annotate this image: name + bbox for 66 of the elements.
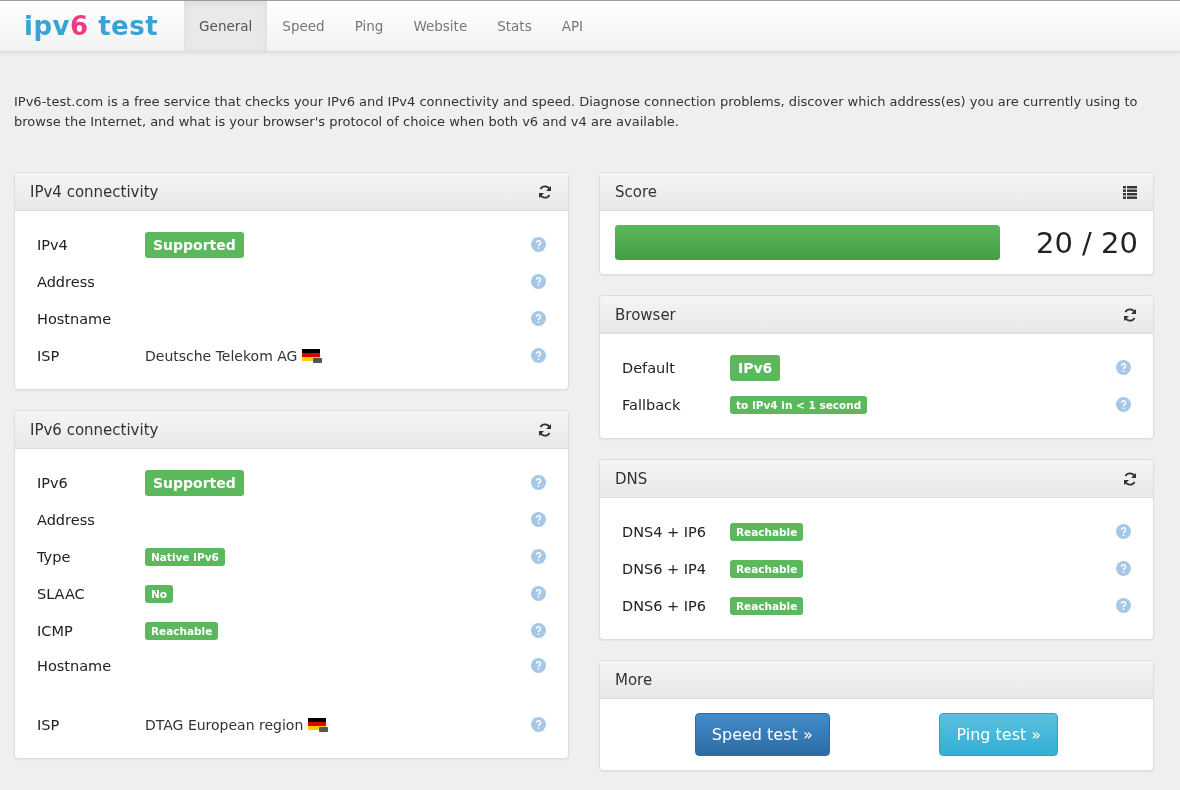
status-badge: No [145,584,173,603]
panel-title: IPv4 connectivity [30,182,159,201]
status-badge: Reachable [730,596,804,615]
field-value: Deutsche Telekom AG [145,347,298,364]
status-badge: Reachable [730,559,804,578]
refresh-icon[interactable] [537,183,553,200]
field-label: ISP [37,716,61,733]
help-icon[interactable] [1116,360,1131,375]
nav-tab[interactable]: Speed [267,1,340,51]
field-label: DNS6 + IP4 [622,560,708,577]
field-label: Type [37,548,72,565]
field-label: SLAAC [37,585,86,602]
status-badge: Supported [145,231,244,258]
field-value: DTAG European region [145,716,304,733]
field-label: Hostname [37,310,113,327]
field-label: Address [37,511,96,528]
help-icon[interactable] [1116,397,1131,412]
field-label: Address [37,273,96,290]
list-icon[interactable] [1122,183,1138,200]
help-icon[interactable] [1116,598,1131,613]
help-icon[interactable] [531,549,546,564]
field-label: IPv6 [37,474,69,491]
help-icon[interactable] [1116,561,1131,576]
status-badge: to IPv4 in < 1 second [730,395,868,414]
intro-text: IPv6-test.com is a free service that checks your IPv6 and IPv4 connectivity and speed. Diagnose connection problems, discover which address(es) you are currently using to browse the Internet, and what is your browser's protocol of choice when both v6 and v4 are available. [14,93,1139,131]
refresh-icon[interactable] [1122,306,1138,323]
nav-tab[interactable]: Ping [339,1,399,51]
logo[interactable]: ipv6 test [24,11,159,41]
status-badge: Reachable [730,522,804,541]
nav-tab[interactable]: Stats [482,1,547,51]
field-label: IPv4 [37,236,69,253]
nav-tab[interactable]: General [184,1,268,51]
help-icon[interactable] [531,311,546,326]
panel-title: Score [615,182,657,201]
field-label: Hostname [37,658,113,674]
nav-tab[interactable]: Website [398,1,483,51]
status-badge: Native IPv6 [145,547,225,566]
refresh-icon[interactable] [1122,470,1138,487]
help-icon[interactable] [531,475,546,490]
help-icon[interactable] [531,586,546,601]
score-reading: 20 / 20 [1035,225,1138,260]
refresh-icon[interactable] [537,421,553,438]
field-label: Default [622,359,676,376]
field-label: Fallback [622,396,682,413]
help-icon[interactable] [531,512,546,527]
help-icon[interactable] [531,717,546,732]
field-label: ISP [37,347,61,364]
panel-title: Browser [615,305,676,324]
test-button[interactable]: Speed test » [694,713,830,756]
help-icon[interactable] [531,623,546,638]
help-icon[interactable] [531,658,546,673]
help-icon[interactable] [531,274,546,289]
field-label: ICMP [37,622,74,639]
status-badge: Supported [145,469,244,496]
test-button[interactable]: Ping test » [939,713,1059,756]
field-label: DNS6 + IP6 [622,597,708,614]
help-icon[interactable] [1116,524,1131,539]
panel-title: IPv6 connectivity [30,420,159,439]
nav-tab[interactable]: API [546,1,599,51]
help-icon[interactable] [531,237,546,252]
status-badge: IPv6 [730,354,781,381]
panel-title: More [615,670,653,689]
help-icon[interactable] [531,348,546,363]
field-label: DNS4 + IP6 [622,523,708,540]
panel-title: DNS [615,469,648,488]
status-badge: Reachable [145,621,219,640]
